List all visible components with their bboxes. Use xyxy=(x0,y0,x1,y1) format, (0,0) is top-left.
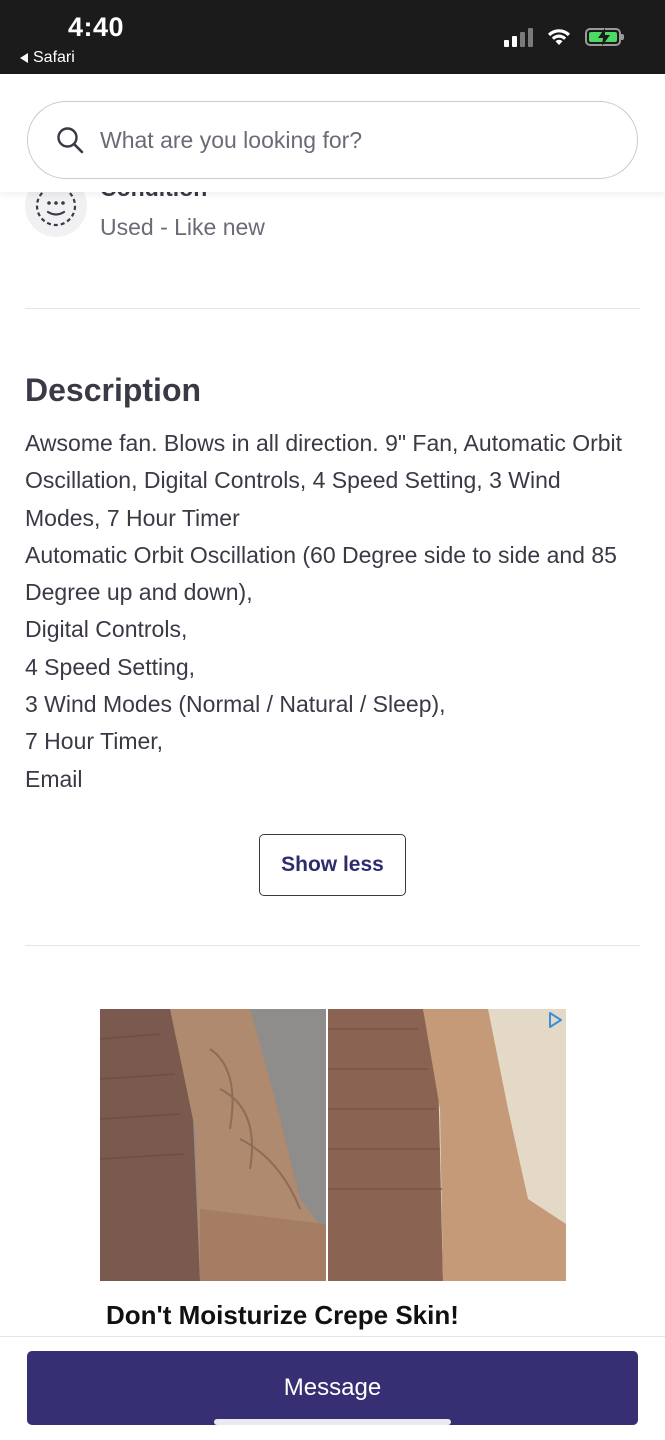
description-line: 7 Hour Timer, xyxy=(25,728,164,755)
status-bar: 4:40 Safari xyxy=(0,0,665,74)
ad-headline[interactable]: Don't Moisturize Crepe Skin! xyxy=(106,1300,459,1331)
status-icons xyxy=(504,27,624,47)
search-header xyxy=(0,74,665,192)
ad-banner[interactable] xyxy=(100,1009,566,1281)
cellular-signal-icon xyxy=(504,27,533,47)
back-triangle-icon xyxy=(20,53,28,63)
description-title: Description xyxy=(25,372,202,408)
description-line: Digital Controls, xyxy=(25,616,188,643)
search-icon xyxy=(57,127,84,154)
description-line: Email xyxy=(25,765,83,792)
description-body: Awsome fan. Blows in all direction. 9" F… xyxy=(25,425,640,798)
ad-choices-icon[interactable] xyxy=(546,1011,564,1029)
charging-bolt-icon xyxy=(598,28,610,46)
battery-icon xyxy=(585,28,624,46)
section-divider xyxy=(25,945,640,946)
description-line: Automatic Orbit Oscillation (60 Degree s… xyxy=(25,541,617,606)
ad-image-after xyxy=(328,1009,566,1281)
condition-value: Used - Like new xyxy=(100,214,265,240)
description-line: 4 Speed Setting, xyxy=(25,653,196,680)
search-input[interactable] xyxy=(100,126,580,154)
back-app-label: Safari xyxy=(33,49,75,66)
wifi-icon xyxy=(548,29,570,45)
bottom-action-bar: Message xyxy=(0,1336,665,1440)
home-indicator xyxy=(214,1419,451,1425)
section-divider xyxy=(25,308,640,309)
message-button[interactable]: Message xyxy=(27,1351,638,1425)
back-to-safari-link[interactable]: Safari xyxy=(20,49,75,67)
show-less-button[interactable]: Show less xyxy=(259,834,406,896)
description-line: Awsome fan. Blows in all direction. 9" F… xyxy=(25,430,623,531)
ad-image-before xyxy=(100,1009,326,1281)
description-line: 3 Wind Modes (Normal / Natural / Sleep), xyxy=(25,691,446,718)
status-time: 4:40 xyxy=(68,12,125,42)
search-bar[interactable] xyxy=(27,101,638,179)
